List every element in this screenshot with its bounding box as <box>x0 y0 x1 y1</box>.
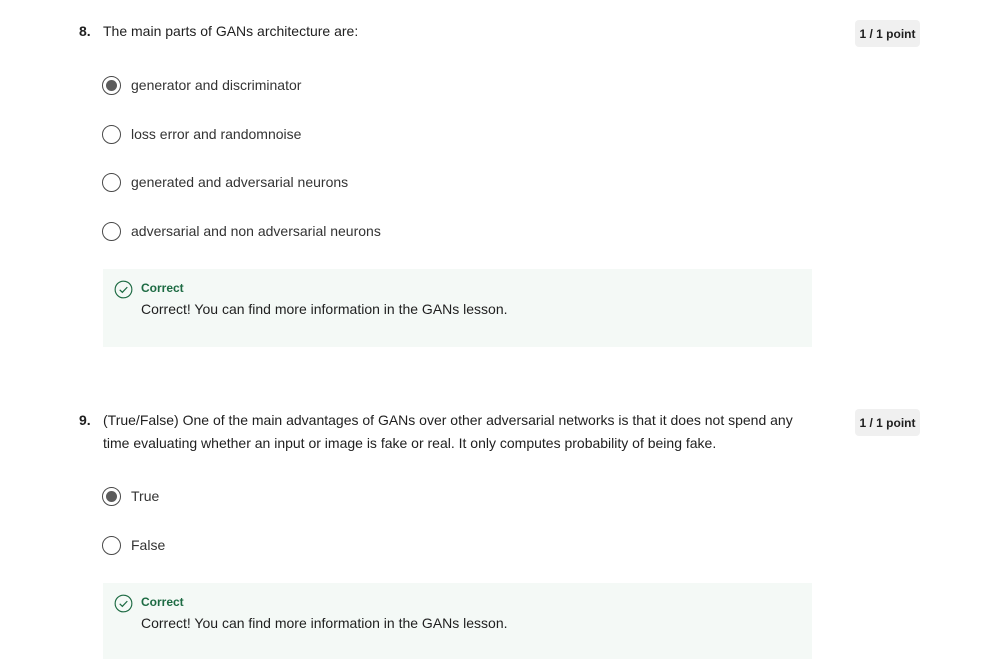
check-circle-icon <box>114 280 133 299</box>
radio-button-selected[interactable] <box>102 486 121 506</box>
option-label: adversarial and non adversarial neurons <box>131 223 381 239</box>
question-number: 8. <box>79 23 91 39</box>
option-label: generator and discriminator <box>131 77 302 93</box>
radio-button[interactable] <box>102 221 121 241</box>
feedback-title: Correct <box>141 595 184 609</box>
option-false[interactable]: False <box>102 534 165 556</box>
option-generated-and-adversarial-neurons[interactable]: generated and adversarial neurons <box>102 171 348 193</box>
check-circle-icon <box>114 594 133 613</box>
option-label: True <box>131 488 160 504</box>
option-label: generated and adversarial neurons <box>131 174 349 190</box>
feedback-panel: Correct Correct! You can find more infor… <box>103 269 812 347</box>
radio-button[interactable] <box>102 172 121 192</box>
option-generator-and-discriminator[interactable]: generator and discriminator <box>102 74 301 96</box>
feedback-panel: Correct Correct! You can find more infor… <box>103 583 812 659</box>
question-number: 9. <box>79 412 91 428</box>
radio-button[interactable] <box>102 535 121 555</box>
radio-button[interactable] <box>102 124 121 144</box>
feedback-message: Correct! You can find more information i… <box>141 615 508 631</box>
option-loss-error-and-randomnoise[interactable]: loss error and randomnoise <box>102 123 301 145</box>
question-text: (True/False) One of the main advantages … <box>103 412 793 451</box>
radio-button-selected[interactable] <box>102 75 121 95</box>
option-true[interactable]: True <box>102 485 159 507</box>
feedback-message: Correct! You can find more information i… <box>141 301 508 317</box>
question-text: The main parts of GANs architecture are: <box>103 23 359 39</box>
feedback-title: Correct <box>141 281 184 295</box>
points-badge: 1 / 1 point <box>855 20 920 47</box>
option-label: False <box>131 537 166 553</box>
option-label: loss error and randomnoise <box>131 126 302 142</box>
option-adversarial-and-non-adversarial-neurons[interactable]: adversarial and non adversarial neurons <box>102 220 381 242</box>
points-badge: 1 / 1 point <box>855 409 920 436</box>
